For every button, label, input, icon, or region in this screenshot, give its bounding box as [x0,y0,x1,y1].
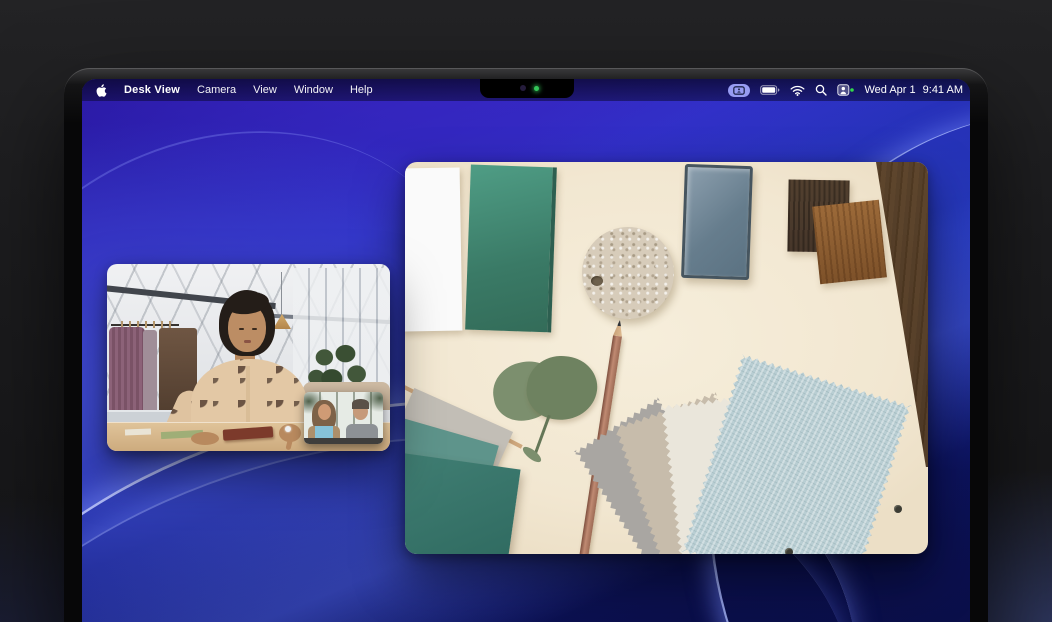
eucalyptus-stem [534,415,550,454]
menu-time: 9:41 AM [923,84,963,96]
video-call-window[interactable] [107,264,390,451]
screen: Desk View Camera View Window Help [82,79,970,622]
silver-ring [285,426,291,432]
blue-gray-glazed-tile [681,164,753,280]
presenter-eye [239,328,244,330]
participants-pip-thumbnail[interactable] [304,392,383,444]
pip-table-edge [304,438,383,444]
menu-clock[interactable]: Wed Apr 1 9:41 AM [864,84,963,96]
pip-man-hair [352,399,369,409]
menu-camera[interactable]: Camera [197,84,236,96]
deep-teal-tile [405,452,521,554]
fabric-grommet [785,548,793,554]
menu-view[interactable]: View [253,84,277,96]
camera-led-green [534,86,539,91]
camera-lens [520,85,526,91]
felt-disc [582,227,674,319]
presenter-eye [252,328,257,330]
blue-fabric-swatch [682,354,912,554]
brown-wood-sample [812,200,887,285]
green-tile [465,165,557,333]
white-sample-card [405,167,462,331]
pendant-cord [281,272,282,315]
presenter-lips [244,340,251,343]
wifi-icon[interactable] [790,85,805,96]
display-notch [480,79,574,98]
pip-woman-face [318,404,331,420]
macbook-display: Desk View Camera View Window Help [64,68,988,622]
apple-menu[interactable] [94,83,107,98]
user-switch-icon[interactable] [837,84,854,96]
hanging-garment [143,330,157,422]
menu-date: Wed Apr 1 [864,84,915,96]
desk-view-window[interactable] [405,162,928,554]
desk-white-card [125,429,151,436]
photo-backdrop: Desk View Camera View Window Help [0,0,1052,622]
menu-app-name[interactable]: Desk View [124,84,180,96]
apple-logo-icon [94,83,107,98]
camera-active-dot [851,88,855,92]
felt-disc-hole [591,276,603,286]
display-share-icon [733,86,745,95]
presenter-left-hand [191,432,219,445]
desk-view-indicator-icon[interactable] [728,84,750,97]
fabric-grommet [894,505,902,513]
battery-icon[interactable] [760,85,780,95]
spotlight-search-icon[interactable] [815,84,827,96]
eucalyptus-small-leaf [521,444,544,465]
menu-help[interactable]: Help [350,84,373,96]
menu-window[interactable]: Window [294,84,333,96]
